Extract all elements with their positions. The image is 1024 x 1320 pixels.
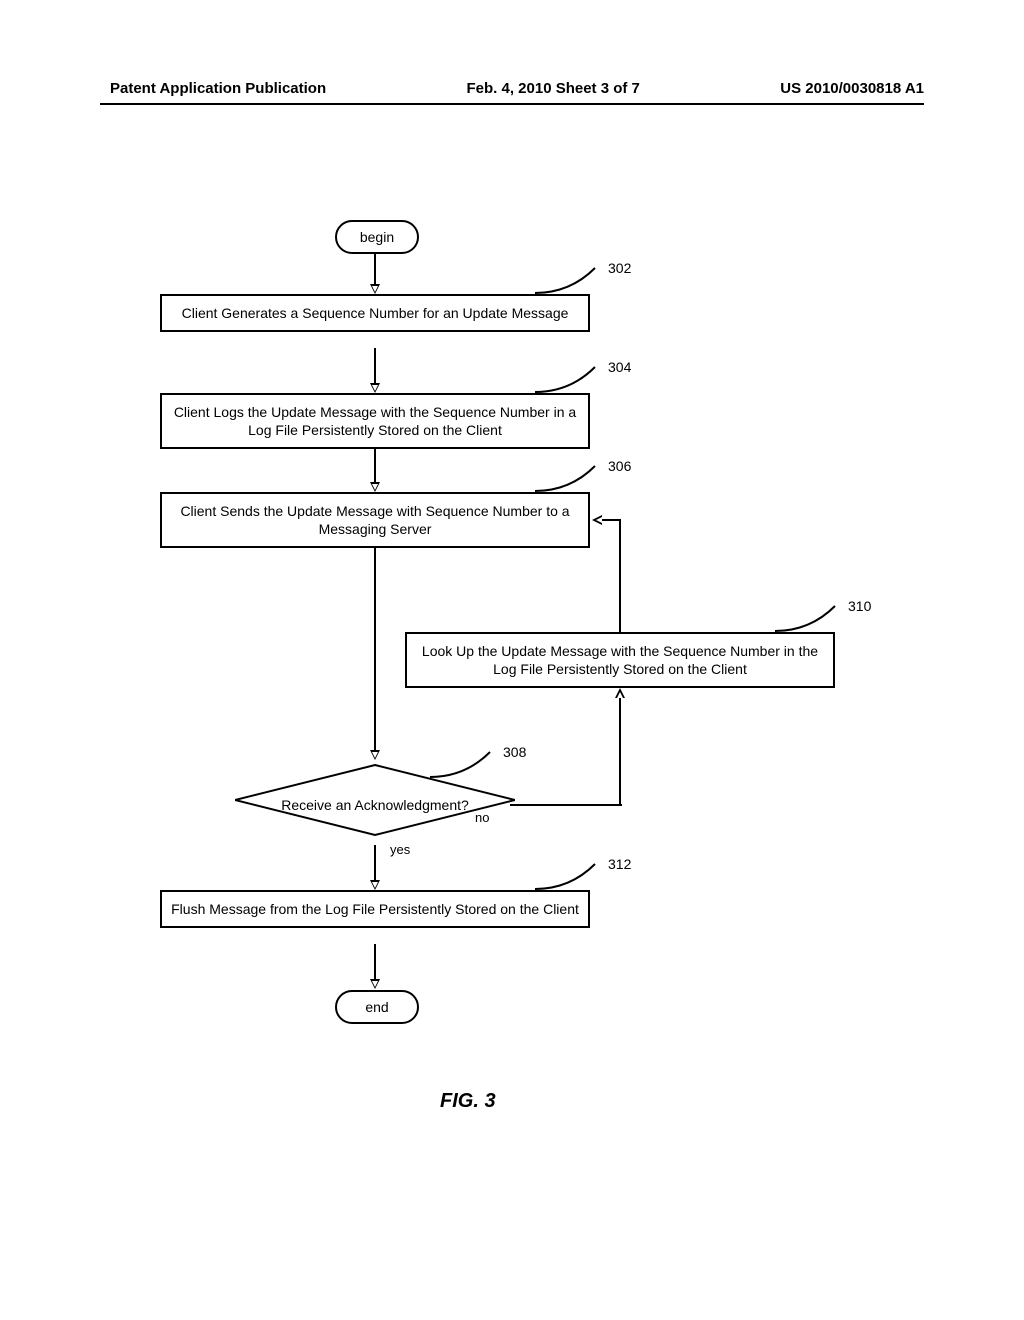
callout-curve-icon [535, 860, 600, 890]
process-312: Flush Message from the Log File Persiste… [160, 890, 590, 928]
connector [602, 519, 621, 521]
callout-curve-icon [535, 363, 600, 393]
process-302: Client Generates a Sequence Number for a… [160, 294, 590, 332]
terminal-end: end [335, 990, 419, 1024]
edge-label-no: no [475, 810, 489, 825]
callout-curve-icon [535, 264, 600, 294]
arrow-up-icon [615, 688, 625, 698]
terminal-begin: begin [335, 220, 419, 254]
connector [374, 348, 376, 385]
callout-306: 306 [608, 458, 631, 474]
arrow-down-icon [370, 383, 380, 393]
arrow-down-icon [370, 979, 380, 989]
connector [510, 804, 622, 806]
edge-label-yes: yes [390, 842, 410, 857]
callout-310: 310 [848, 598, 871, 614]
connector [374, 944, 376, 981]
arrow-left-icon [592, 515, 602, 525]
header-right: US 2010/0030818 A1 [780, 80, 924, 97]
arrow-down-icon [370, 284, 380, 294]
callout-curve-icon [535, 462, 600, 492]
callout-304: 304 [608, 359, 631, 375]
arrow-down-icon [370, 880, 380, 890]
connector [619, 698, 621, 806]
arrow-down-icon [370, 482, 380, 492]
connector [374, 546, 376, 752]
process-304: Client Logs the Update Message with the … [160, 393, 590, 449]
process-306: Client Sends the Update Message with Seq… [160, 492, 590, 548]
callout-302: 302 [608, 260, 631, 276]
connector [374, 254, 376, 286]
figure-label: FIG. 3 [440, 1090, 496, 1113]
header-left: Patent Application Publication [110, 80, 326, 97]
callout-312: 312 [608, 856, 631, 872]
callout-curve-icon [775, 602, 840, 632]
callout-curve-icon [430, 748, 495, 778]
connector [619, 520, 621, 632]
header-divider [100, 103, 924, 105]
process-310: Look Up the Update Message with the Sequ… [405, 632, 835, 688]
header-center: Feb. 4, 2010 Sheet 3 of 7 [466, 80, 639, 97]
callout-308: 308 [503, 744, 526, 760]
connector [374, 845, 376, 882]
connector [374, 447, 376, 484]
